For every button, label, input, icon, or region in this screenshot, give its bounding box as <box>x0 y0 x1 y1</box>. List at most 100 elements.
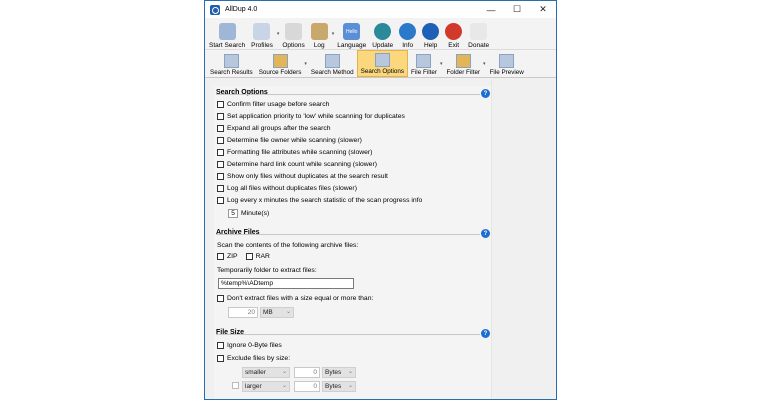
search-option-row: Expand all groups after the search <box>217 125 331 132</box>
size-rule2-checkbox[interactable] <box>232 382 239 389</box>
size-rule2-unit: Bytes <box>325 383 342 390</box>
exclude-size-checkbox[interactable] <box>217 355 224 362</box>
extract-size-input[interactable]: 20 <box>228 307 258 318</box>
file-filter-label: File Filter <box>411 69 437 76</box>
size-rule1-value[interactable]: 0 <box>294 367 320 378</box>
extract-size-unit-select[interactable]: MB ⌄ <box>260 307 294 318</box>
search-option-checkbox[interactable] <box>217 161 224 168</box>
search-option-label: Determine hard link count while scanning… <box>227 161 377 168</box>
search-option-checkbox[interactable] <box>217 113 224 120</box>
update-icon <box>374 23 392 40</box>
search-option-checkbox[interactable] <box>217 125 224 132</box>
size-rule1-unit-select[interactable]: Bytes ⌄ <box>322 367 356 378</box>
exit-label: Exit <box>448 42 460 49</box>
tab-search-options[interactable]: Search Options <box>356 50 409 77</box>
ignore-zero-row: Ignore 0-Byte files <box>217 342 282 349</box>
search-option-checkbox[interactable] <box>217 185 224 192</box>
search-option-label: Determine file owner while scanning (slo… <box>227 137 362 144</box>
help-icon[interactable]: ? <box>481 89 490 98</box>
search-option-checkbox[interactable] <box>217 173 224 180</box>
tab-file-preview[interactable]: File Preview <box>487 50 527 77</box>
options-button[interactable]: Options <box>280 23 306 49</box>
start-search-label: Start Search <box>209 42 246 49</box>
maximize-button[interactable]: ☐ <box>504 1 530 18</box>
tab-search-results[interactable]: Search Results <box>207 50 256 77</box>
info-button[interactable]: Info <box>397 23 418 49</box>
search-option-row: Confirm filter usage before search <box>217 101 329 108</box>
size-rule2-op-select[interactable]: larger ⌄ <box>242 381 290 392</box>
search-option-checkbox[interactable] <box>217 149 224 156</box>
close-button[interactable]: ✕ <box>530 1 556 18</box>
extract-limit-checkbox[interactable] <box>217 295 224 302</box>
search-option-label: Confirm filter usage before search <box>227 101 330 108</box>
section-toolbar: Search Results Source Folders ▾ Search Meth… <box>205 50 556 78</box>
search-option-label: Log every x minutes the search statistic… <box>227 197 423 204</box>
exclude-size-row: Exclude files by size: <box>217 355 290 362</box>
dropdown-arrow-icon[interactable]: ▾ <box>483 61 486 67</box>
size-rule1-op: smaller <box>245 369 266 376</box>
search-option-checkbox[interactable] <box>217 101 224 108</box>
vertical-divider <box>491 80 492 399</box>
search-option-row: Formatting file attributes while scannin… <box>217 149 372 156</box>
language-button[interactable]: Hello Language <box>335 23 368 49</box>
search-option-row: Log every x minutes the search statistic… <box>217 197 422 204</box>
dropdown-arrow-icon[interactable]: ▾ <box>277 31 280 37</box>
search-results-icon <box>223 54 239 68</box>
help-icon[interactable]: ? <box>481 329 490 338</box>
main-toolbar: Start Search Profiles ▾ Options Log ▾ Hello Lan… <box>205 18 556 50</box>
tab-file-filter[interactable]: File Filter <box>408 50 440 77</box>
size-rule2-op: larger <box>245 383 262 390</box>
rar-checkbox[interactable] <box>245 253 253 260</box>
divider <box>216 94 480 95</box>
dropdown-arrow-icon[interactable]: ▾ <box>440 61 443 67</box>
language-icon: Hello <box>343 23 361 40</box>
start-search-button[interactable]: Start Search <box>207 23 247 49</box>
app-window: AllDup 4.0 — ☐ ✕ Start Search Profiles ▾ Op… <box>204 0 557 400</box>
size-rule2-unit-select[interactable]: Bytes ⌄ <box>322 381 356 392</box>
dropdown-arrow-icon[interactable]: ▾ <box>332 31 335 37</box>
size-rule2-value[interactable]: 0 <box>294 381 320 392</box>
file-size-section: File Size ? <box>214 329 490 339</box>
interval-row: 5 Minute(s) <box>228 209 269 218</box>
folder-filter-label: Folder Filter <box>446 69 481 76</box>
file-preview-group: File Preview <box>487 50 527 77</box>
dropdown-arrow-icon[interactable]: ▾ <box>304 61 307 67</box>
minimize-button[interactable]: — <box>478 1 504 18</box>
tab-folder-filter[interactable]: Folder Filter <box>443 50 483 77</box>
archive-files-section: Archive Files ? <box>214 229 490 239</box>
help-group: Help <box>420 23 443 49</box>
chevron-down-icon: ⌄ <box>347 369 353 375</box>
start-search-group: Start Search <box>207 23 249 49</box>
options-label: Options <box>282 42 305 49</box>
language-label: Language <box>337 42 367 49</box>
update-label: Update <box>372 42 394 49</box>
options-group: Options <box>280 23 308 49</box>
tab-source-folders[interactable]: Source Folders <box>256 50 305 77</box>
language-group: Hello Language <box>335 23 370 49</box>
help-button[interactable]: Help <box>420 23 441 49</box>
donate-button[interactable]: Donate <box>466 23 491 49</box>
search-option-label: Log all files without duplicates files (… <box>227 185 357 192</box>
temp-folder-input[interactable]: %temp%\ADtemp <box>218 278 354 289</box>
update-button[interactable]: Update <box>370 23 395 49</box>
search-option-checkbox[interactable] <box>217 197 224 204</box>
search-method-label: Search Method <box>310 69 354 76</box>
language-badge: Hello <box>346 28 358 35</box>
extract-limit-row: Don't extract files with a size equal or… <box>217 295 373 302</box>
profiles-button[interactable]: Profiles <box>249 23 275 49</box>
zip-checkbox[interactable] <box>217 253 224 260</box>
log-button[interactable]: Log <box>309 23 330 49</box>
help-icon[interactable]: ? <box>481 229 490 238</box>
tab-search-method[interactable]: Search Method <box>308 50 357 77</box>
search-option-checkbox[interactable] <box>217 137 224 144</box>
help-label: Help <box>423 42 438 49</box>
exit-button[interactable]: Exit <box>443 23 464 49</box>
divider <box>216 234 480 235</box>
info-icon <box>399 23 417 40</box>
source-folders-label: Source Folders <box>258 69 302 76</box>
interval-spinner[interactable]: 5 <box>228 209 238 218</box>
search-options-group: Search Options <box>356 50 409 77</box>
ignore-zero-checkbox[interactable] <box>217 342 224 349</box>
search-results-group: Search Results <box>207 50 256 77</box>
size-rule1-op-select[interactable]: smaller ⌄ <box>242 367 290 378</box>
